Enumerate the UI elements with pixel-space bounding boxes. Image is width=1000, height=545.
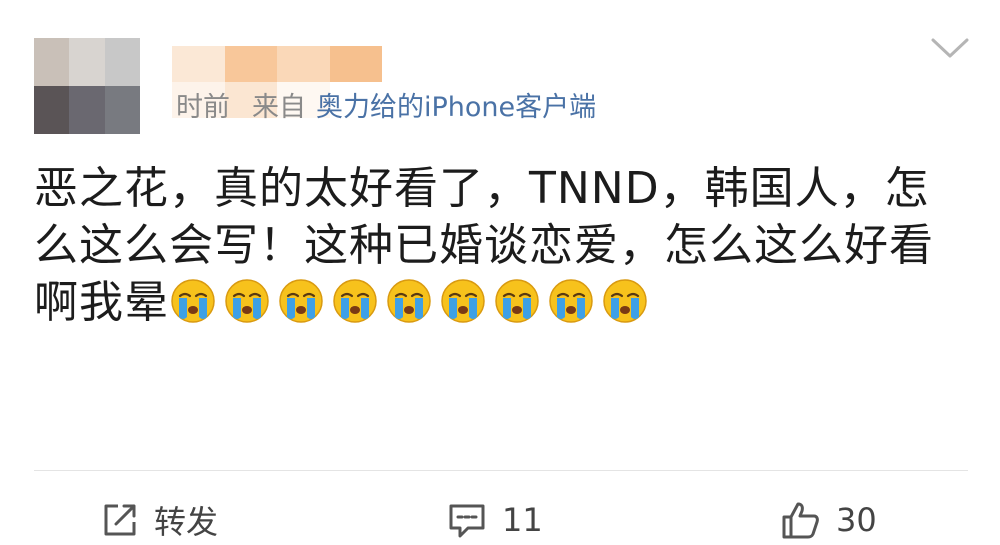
timestamp: 时前 (176, 92, 230, 123)
repost-button[interactable]: 转发 (100, 495, 218, 545)
like-button[interactable]: 30 (780, 495, 877, 545)
share-icon (104, 504, 136, 536)
crying-face-emoji (279, 279, 323, 323)
divider (34, 470, 968, 471)
client-link[interactable]: 奥力给的iPhone客户端 (316, 92, 596, 123)
comment-icon (449, 504, 485, 538)
post-meta: 时前 来自 奥力给的iPhone客户端 (176, 88, 596, 128)
action-bar: 转发 11 30 (0, 495, 1000, 545)
comment-count: 11 (502, 501, 543, 539)
crying-face-emoji (603, 279, 647, 323)
crying-face-emoji (549, 279, 593, 323)
post-content: 恶之花，真的太好看了，TNND，韩国人，怎么这么会写！这种已婚谈恋爱，怎么这么好… (34, 160, 954, 331)
emoji-row (169, 277, 655, 328)
crying-face-emoji (495, 279, 539, 323)
repost-label: 转发 (154, 503, 219, 541)
crying-face-emoji (333, 279, 377, 323)
crying-face-emoji (387, 279, 431, 323)
comment-button[interactable]: 11 (446, 495, 543, 545)
crying-face-emoji (225, 279, 269, 323)
chevron-down-icon[interactable] (930, 36, 970, 60)
crying-face-emoji (171, 279, 215, 323)
avatar[interactable] (34, 38, 140, 134)
like-count: 30 (836, 501, 877, 539)
source-label: 来自 (252, 92, 306, 123)
weibo-post: 时前 来自 奥力给的iPhone客户端 恶之花，真的太好看了，TNND，韩国人，怎么… (0, 0, 1000, 541)
thumbs-up-icon (782, 502, 819, 539)
crying-face-emoji (441, 279, 485, 323)
